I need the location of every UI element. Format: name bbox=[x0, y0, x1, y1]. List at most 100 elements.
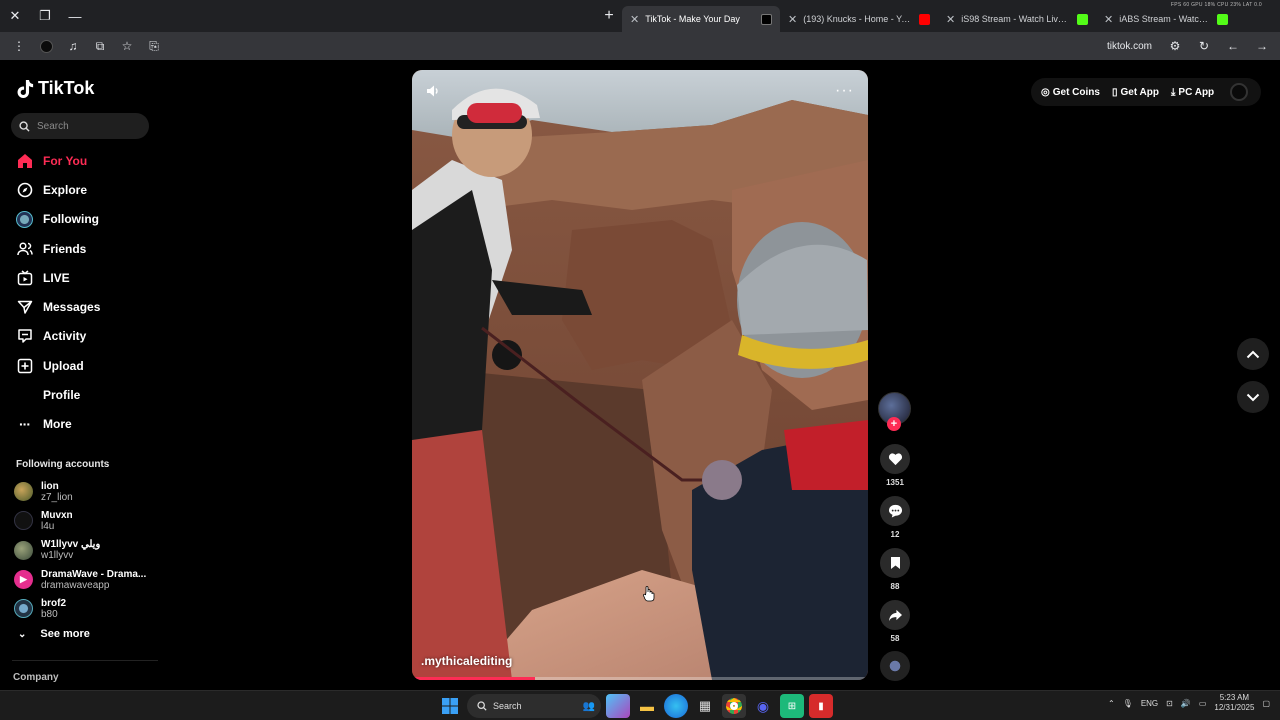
account-name: lion bbox=[41, 480, 59, 492]
volume-icon[interactable]: 🔊 bbox=[1181, 699, 1191, 708]
share-page-icon[interactable]: ⎘ bbox=[142, 34, 166, 58]
tab-kick-1[interactable]: ✕ iS98 Stream - Watch Live on Kick bbox=[938, 6, 1096, 32]
account-name: Muvxn bbox=[41, 509, 73, 521]
windows-start-icon[interactable] bbox=[438, 694, 462, 718]
volume-icon[interactable] bbox=[426, 84, 440, 103]
back-arrow-icon[interactable]: ← bbox=[1221, 34, 1245, 58]
nav-friends[interactable]: Friends bbox=[0, 234, 160, 263]
profile-icon[interactable] bbox=[34, 34, 58, 58]
video-player[interactable]: ··· .mythicalediting bbox=[412, 70, 868, 680]
performance-overlay: FPS 60 GPU 18% CPU 23% LAT 0.0 bbox=[1170, 2, 1262, 8]
get-app-button[interactable]: ▯ Get App bbox=[1112, 87, 1159, 98]
nav-label: Following bbox=[43, 212, 99, 227]
discord-icon[interactable]: ◉ bbox=[751, 694, 775, 718]
nav-more[interactable]: ··· More bbox=[0, 410, 160, 439]
app-red-icon[interactable]: ▮ bbox=[809, 694, 833, 718]
messages-icon bbox=[16, 299, 33, 316]
close-tab-icon[interactable]: ✕ bbox=[630, 13, 639, 26]
close-window-icon[interactable]: ✕ bbox=[0, 0, 30, 32]
company-link[interactable]: Company bbox=[13, 672, 59, 683]
tab-youtube[interactable]: ✕ (193) Knucks - Home - YouTube bbox=[780, 6, 938, 32]
music-disc-icon[interactable] bbox=[880, 651, 910, 681]
taskbar-search[interactable]: Search 👥 bbox=[467, 694, 601, 718]
chevron-down-icon: ⌄ bbox=[18, 628, 27, 640]
comment-button[interactable]: 12 bbox=[877, 496, 913, 539]
search-icon bbox=[19, 120, 30, 132]
search-input[interactable] bbox=[37, 120, 137, 132]
see-more-label: See more bbox=[40, 628, 90, 640]
see-more-button[interactable]: ⌄ See more bbox=[18, 628, 90, 640]
media-control-icon[interactable]: ♫ bbox=[61, 34, 85, 58]
save-count: 88 bbox=[890, 582, 900, 591]
share-arrow-icon bbox=[880, 600, 910, 630]
new-tab-button[interactable]: + bbox=[596, 0, 622, 32]
language-indicator[interactable]: ENG bbox=[1141, 699, 1158, 708]
get-coins-button[interactable]: ◎ Get Coins bbox=[1041, 87, 1100, 98]
forward-arrow-icon[interactable]: → bbox=[1250, 34, 1274, 58]
account-handle: l4u bbox=[41, 520, 55, 532]
video-menu-icon[interactable]: ··· bbox=[835, 82, 854, 100]
list-item[interactable]: Muvxn l4u bbox=[14, 506, 160, 535]
user-avatar[interactable] bbox=[1230, 83, 1249, 101]
chevron-up-icon[interactable]: ⌃ bbox=[1108, 699, 1115, 708]
chrome-icon[interactable] bbox=[722, 694, 746, 718]
copilot-icon[interactable] bbox=[606, 694, 630, 718]
avatar bbox=[14, 482, 33, 502]
list-item[interactable]: W1llyvv ويلي w1llyvv bbox=[14, 536, 160, 565]
close-tab-icon[interactable]: ✕ bbox=[946, 13, 955, 26]
next-video-button[interactable] bbox=[1237, 381, 1269, 413]
list-item[interactable]: brof2 b80 bbox=[14, 594, 160, 623]
nav-label: Activity bbox=[43, 329, 87, 344]
notification-icon[interactable]: ▢ bbox=[1262, 699, 1270, 708]
search-highlight-icon: 👥 bbox=[582, 700, 595, 712]
video-frame bbox=[412, 70, 868, 680]
browser-menu-icon[interactable]: ⋮ bbox=[7, 34, 31, 58]
app-icon[interactable]: ⊞ bbox=[780, 694, 804, 718]
pc-app-button[interactable]: ⤓ PC App bbox=[1171, 87, 1214, 98]
tab-kick-2[interactable]: ✕ iABS Stream - Watch Live on Kick bbox=[1096, 6, 1236, 32]
list-item[interactable]: ▶ DramaWave - Drama... dramawaveapp bbox=[14, 565, 160, 594]
store-icon[interactable]: ▦ bbox=[693, 694, 717, 718]
nav-label: More bbox=[43, 417, 72, 432]
close-tab-icon[interactable]: ✕ bbox=[1104, 13, 1113, 26]
list-item[interactable]: lion z7_lion bbox=[14, 477, 160, 506]
nav-profile[interactable]: Profile bbox=[0, 380, 160, 409]
nav-messages[interactable]: Messages bbox=[0, 292, 160, 321]
tiktok-note-icon bbox=[17, 79, 34, 98]
nav-upload[interactable]: Upload bbox=[0, 351, 160, 380]
restore-window-icon[interactable]: ❐ bbox=[30, 0, 60, 32]
bookmark-star-icon[interactable]: ☆ bbox=[115, 34, 139, 58]
nav-for-you[interactable]: For You bbox=[0, 146, 160, 175]
top-actions-bar: ◎ Get Coins ▯ Get App ⤓ PC App bbox=[1031, 78, 1261, 106]
like-count: 1351 bbox=[886, 478, 904, 487]
edge-browser-icon[interactable] bbox=[664, 694, 688, 718]
search-bar[interactable] bbox=[11, 113, 149, 139]
close-tab-icon[interactable]: ✕ bbox=[788, 13, 797, 26]
share-button[interactable]: 58 bbox=[877, 600, 913, 643]
extensions-icon[interactable]: ⧉ bbox=[88, 34, 112, 58]
system-clock[interactable]: 5:23 AM 12/31/2025 bbox=[1214, 693, 1254, 713]
microphone-icon[interactable]: 🎙 bbox=[1123, 699, 1133, 708]
save-button[interactable]: 88 bbox=[877, 548, 913, 591]
nav-following[interactable]: Following bbox=[0, 205, 160, 234]
activity-icon bbox=[16, 328, 33, 345]
minimize-window-icon[interactable]: — bbox=[60, 0, 90, 32]
browser-toolbar: ⋮ ♫ ⧉ ☆ ⎘ tiktok.com ⚙ ↻ ← → bbox=[0, 32, 1280, 60]
site-settings-icon[interactable]: ⚙ bbox=[1163, 34, 1187, 58]
address-bar[interactable]: tiktok.com bbox=[1107, 41, 1152, 52]
like-button[interactable]: 1351 bbox=[877, 444, 913, 487]
video-progress-bar[interactable] bbox=[412, 677, 868, 680]
creator-username[interactable]: .mythicalediting bbox=[421, 654, 512, 668]
reload-icon[interactable]: ↻ bbox=[1192, 34, 1216, 58]
nav-activity[interactable]: Activity bbox=[0, 322, 160, 351]
battery-icon[interactable]: ▭ bbox=[1199, 699, 1207, 708]
nav-live[interactable]: LIVE bbox=[0, 263, 160, 292]
tab-tiktok[interactable]: ✕ TikTok - Make Your Day bbox=[622, 6, 780, 32]
previous-video-button[interactable] bbox=[1237, 338, 1269, 370]
heart-icon bbox=[880, 444, 910, 474]
nav-explore[interactable]: Explore bbox=[0, 175, 160, 204]
file-explorer-icon[interactable]: ▬ bbox=[635, 694, 659, 718]
follow-plus-icon[interactable]: + bbox=[887, 417, 901, 431]
tiktok-logo[interactable]: TikTok bbox=[16, 78, 94, 99]
network-icon[interactable]: ⊡ bbox=[1166, 699, 1173, 708]
